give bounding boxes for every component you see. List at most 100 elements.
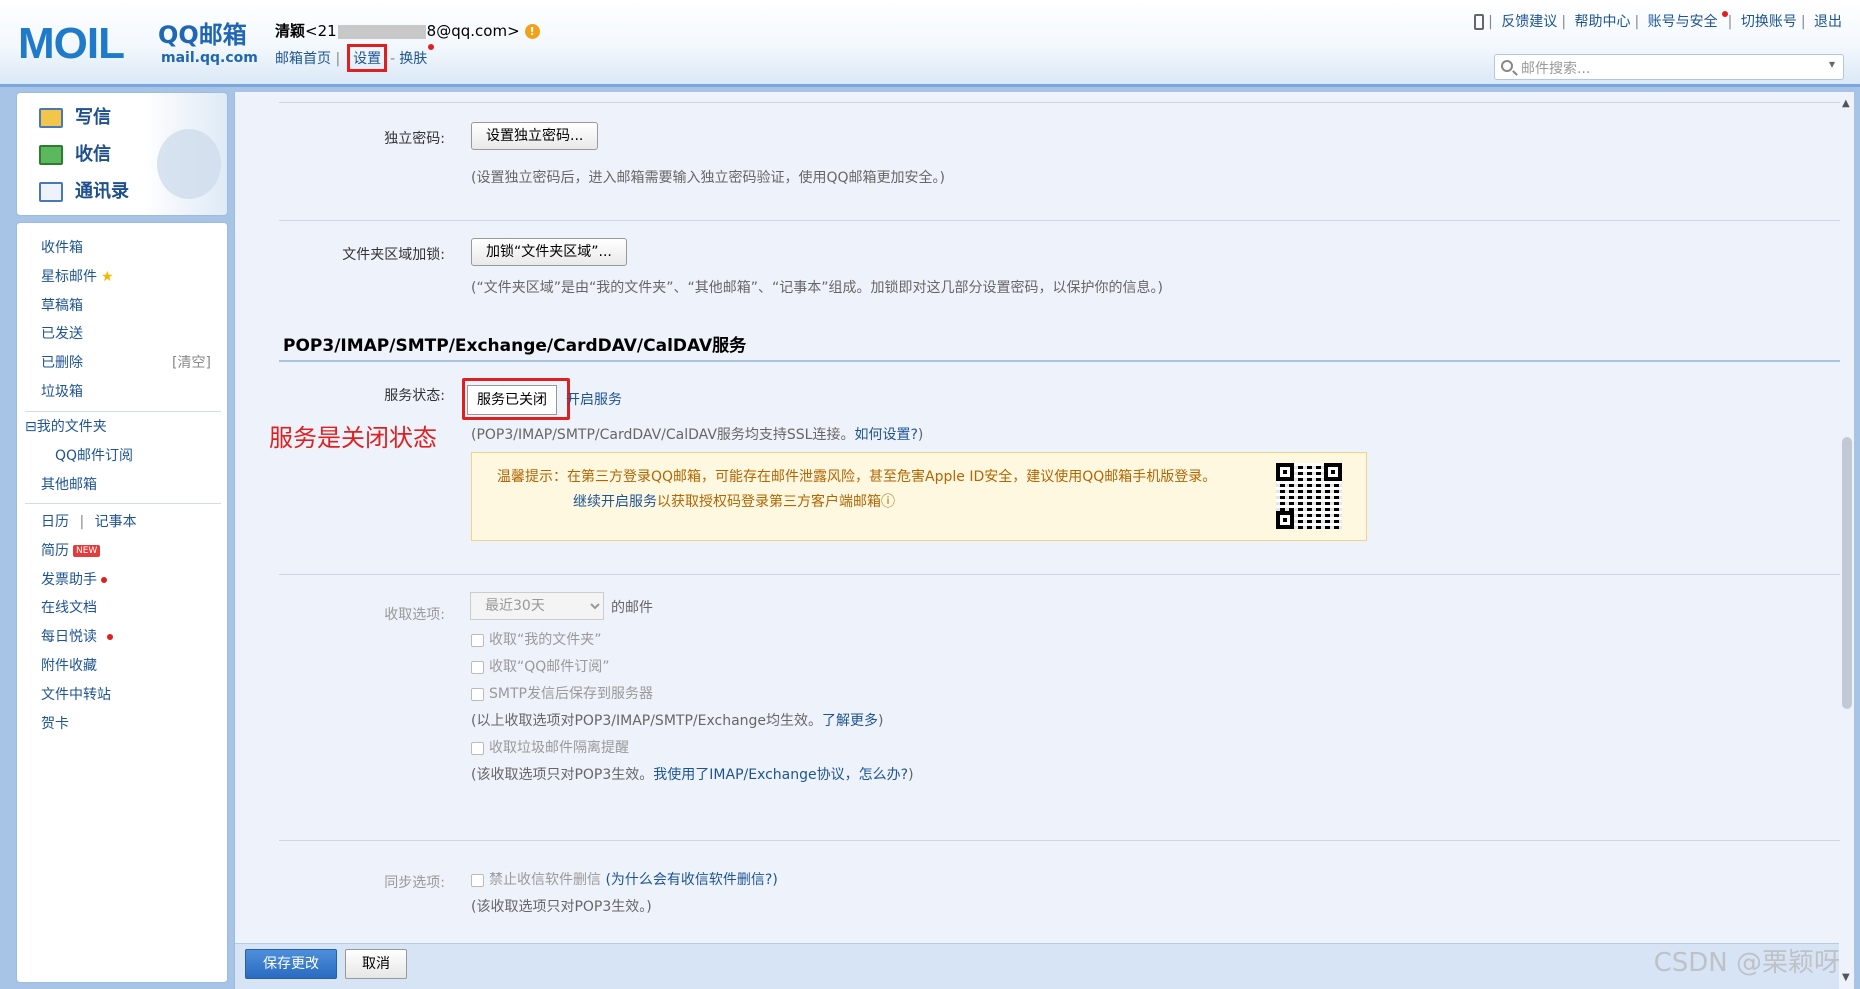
checkbox-box xyxy=(471,687,484,701)
mobile-icon[interactable] xyxy=(1474,14,1485,30)
logo-title: QQ邮箱 xyxy=(158,21,247,49)
enable-service-link[interactable]: 开启服务 xyxy=(566,389,622,409)
imap-help-link[interactable]: 我使用了IMAP/Exchange协议，怎么办? xyxy=(653,767,908,783)
qr-code-icon xyxy=(1276,463,1342,529)
top-links: | 反馈建议 | 帮助中心 | 账号与安全 | 切换账号 | 退出 xyxy=(1474,11,1846,31)
annotation-text: 服务是关闭状态 xyxy=(269,424,437,452)
sidebar-item-sent[interactable]: 已发送 xyxy=(41,325,83,343)
search-input[interactable]: 邮件搜索... ▾ xyxy=(1494,54,1844,80)
divider xyxy=(279,840,1843,841)
sidebar-item-subscriptions[interactable]: QQ邮件订阅 xyxy=(55,447,133,465)
why-delete-link[interactable]: (为什么会有收信软件删信?) xyxy=(605,872,777,888)
learn-more-link[interactable]: 了解更多 xyxy=(822,713,878,729)
user-name: 清颖 xyxy=(275,22,306,40)
checkbox-box xyxy=(471,741,484,755)
lock-hint: (“文件夹区域”是由“我的文件夹”、“其他邮箱”、“记事本”组成。加锁即对这几部… xyxy=(471,280,1163,296)
scrollbar-thumb[interactable] xyxy=(1842,437,1852,709)
mailbox-home-link[interactable]: 邮箱首页 xyxy=(275,51,331,67)
status-label: 服务状态: xyxy=(384,388,445,404)
help-link[interactable]: 帮助中心 xyxy=(1574,14,1630,30)
sidebar-item-notes[interactable]: 记事本 xyxy=(95,514,137,530)
sidebar-item-invoice[interactable]: 发票助手 xyxy=(41,571,107,589)
sidebar-item-transfer[interactable]: 文件中转站 xyxy=(41,686,111,704)
sidebar-item-calendar[interactable]: 日历 xyxy=(41,514,69,530)
continue-enable-link[interactable]: 继续开启服务 xyxy=(573,494,657,510)
sidebar-item-deleted[interactable]: 已删除 xyxy=(41,354,83,372)
checkbox-box xyxy=(471,873,484,887)
skin-link[interactable]: 换肤 xyxy=(399,51,427,67)
checkbox-box xyxy=(471,633,484,647)
clear-trash-link[interactable]: [清空] xyxy=(172,354,211,372)
lock-folder-button[interactable]: 加锁“文件夹区域”... xyxy=(471,238,627,266)
contacts-icon xyxy=(39,182,63,202)
separator: - xyxy=(390,51,396,67)
logo[interactable]: MOIL QQ邮箱 mail.qq.com xyxy=(18,18,258,70)
divider xyxy=(279,220,1843,221)
checkbox-no-delete[interactable]: 禁止收信软件删信 (为什么会有收信软件删信?) xyxy=(471,869,778,889)
feedback-link[interactable]: 反馈建议 xyxy=(1501,14,1557,30)
sidebar-item-starred[interactable]: 星标邮件 ★ xyxy=(41,268,114,286)
checkbox-label: SMTP发信后保存到服务器 xyxy=(489,686,653,702)
divider xyxy=(25,503,221,504)
pop3-hint-close: ) xyxy=(908,767,914,783)
ssl-hint-text: (POP3/IMAP/SMTP/CardDAV/CalDAV服务均支持SSL连接… xyxy=(471,427,855,443)
checkbox-smtp-save[interactable]: SMTP发信后保存到服务器 xyxy=(471,683,653,703)
sidebar-item-drafts[interactable]: 草稿箱 xyxy=(41,297,83,315)
sidebar-item-cards[interactable]: 贺卡 xyxy=(41,715,69,733)
footer-bar xyxy=(235,943,1839,989)
warning-line-2-text: 以获取授权码登录第三方客户端邮箱 xyxy=(657,494,881,510)
checkbox-spam-notice[interactable]: 收取垃圾邮件隔离提醒 xyxy=(471,737,629,757)
contacts-button[interactable]: 通讯录 xyxy=(39,177,129,207)
pencil-icon xyxy=(39,108,63,128)
logo-domain: mail.qq.com xyxy=(161,50,258,66)
sidebar-item-inbox[interactable]: 收件箱 xyxy=(41,239,83,257)
checkbox-my-folders[interactable]: 收取“我的文件夹” xyxy=(471,629,602,649)
checkbox-label: 收取“我的文件夹” xyxy=(489,632,602,648)
account-security-link[interactable]: 账号与安全 xyxy=(1648,14,1718,30)
sidebar-item-my-folders[interactable]: ⊟我的文件夹 xyxy=(25,418,107,436)
how-to-setup-link[interactable]: 如何设置? xyxy=(854,427,917,443)
header: MOIL QQ邮箱 mail.qq.com 清颖<21 8@qq.com>! 邮箱… xyxy=(0,0,1860,87)
email-suffix: 8@qq.com> xyxy=(426,22,520,40)
warning-line-2: 继续开启服务以获取授权码登录第三方客户端邮箱ⓘ xyxy=(573,491,895,511)
ssl-hint: (POP3/IMAP/SMTP/CardDAV/CalDAV服务均支持SSL连接… xyxy=(471,424,923,444)
checkbox-label: 禁止收信软件删信 xyxy=(489,872,601,888)
set-password-button[interactable]: 设置独立密码... xyxy=(471,122,599,150)
help-icon[interactable]: ⓘ xyxy=(881,494,895,510)
save-button[interactable]: 保存更改 xyxy=(245,949,337,979)
checkbox-label: 收取垃圾邮件隔离提醒 xyxy=(489,740,629,756)
fetch-label: 收取选项: xyxy=(384,607,445,623)
separator: | xyxy=(1727,14,1733,30)
service-status-button[interactable]: 服务已关闭 xyxy=(467,385,557,415)
settings-link[interactable]: 设置 xyxy=(347,44,388,72)
scrollbar[interactable]: ▲ ▼ xyxy=(1840,92,1854,989)
divider xyxy=(279,574,1843,575)
fetch-hint-text: (以上收取选项对POP3/IMAP/SMTP/Exchange均生效。 xyxy=(471,713,823,729)
logout-link[interactable]: 退出 xyxy=(1814,14,1842,30)
sidebar-item-spam[interactable]: 垃圾箱 xyxy=(41,383,83,401)
chevron-down-icon[interactable]: ▾ xyxy=(1829,57,1835,71)
sidebar-item-attachments[interactable]: 附件收藏 xyxy=(41,657,97,675)
invoice-label: 发票助手 xyxy=(41,572,97,588)
separator: | xyxy=(335,51,341,67)
scroll-down-icon[interactable]: ▼ xyxy=(1842,972,1850,983)
email-mask xyxy=(337,24,426,39)
checkbox-subscriptions[interactable]: 收取“QQ邮件订阅” xyxy=(471,656,610,676)
scroll-up-icon[interactable]: ▲ xyxy=(1842,98,1850,109)
pop3-hint: (该收取选项只对POP3生效。我使用了IMAP/Exchange协议，怎么办?) xyxy=(471,764,914,784)
logo-mark: MOIL xyxy=(18,19,125,68)
write-button[interactable]: 写信 xyxy=(39,103,111,133)
warning-box: 温馨提示：在第三方登录QQ邮箱，可能存在邮件泄露风险，甚至危害Apple ID安… xyxy=(471,452,1367,541)
warning-icon[interactable]: ! xyxy=(524,24,540,39)
receive-button[interactable]: 收信 xyxy=(39,140,111,170)
sidebar-item-resume[interactable]: 简历 NEW xyxy=(41,542,101,560)
fetch-range-select[interactable]: 最近30天 xyxy=(470,592,604,620)
divider xyxy=(279,102,1843,103)
sidebar-item-daily[interactable]: 每日悦读 xyxy=(41,628,113,646)
sidebar-item-docs[interactable]: 在线文档 xyxy=(41,599,97,617)
settings-panel: 独立密码: 设置独立密码... (设置独立密码后，进入邮箱需要输入独立密码验证，… xyxy=(234,92,1854,989)
switch-account-link[interactable]: 切换账号 xyxy=(1741,14,1797,30)
sidebar-item-other-mail[interactable]: 其他邮箱 xyxy=(41,476,97,494)
cancel-button[interactable]: 取消 xyxy=(345,949,407,979)
checkbox-box xyxy=(471,660,484,674)
